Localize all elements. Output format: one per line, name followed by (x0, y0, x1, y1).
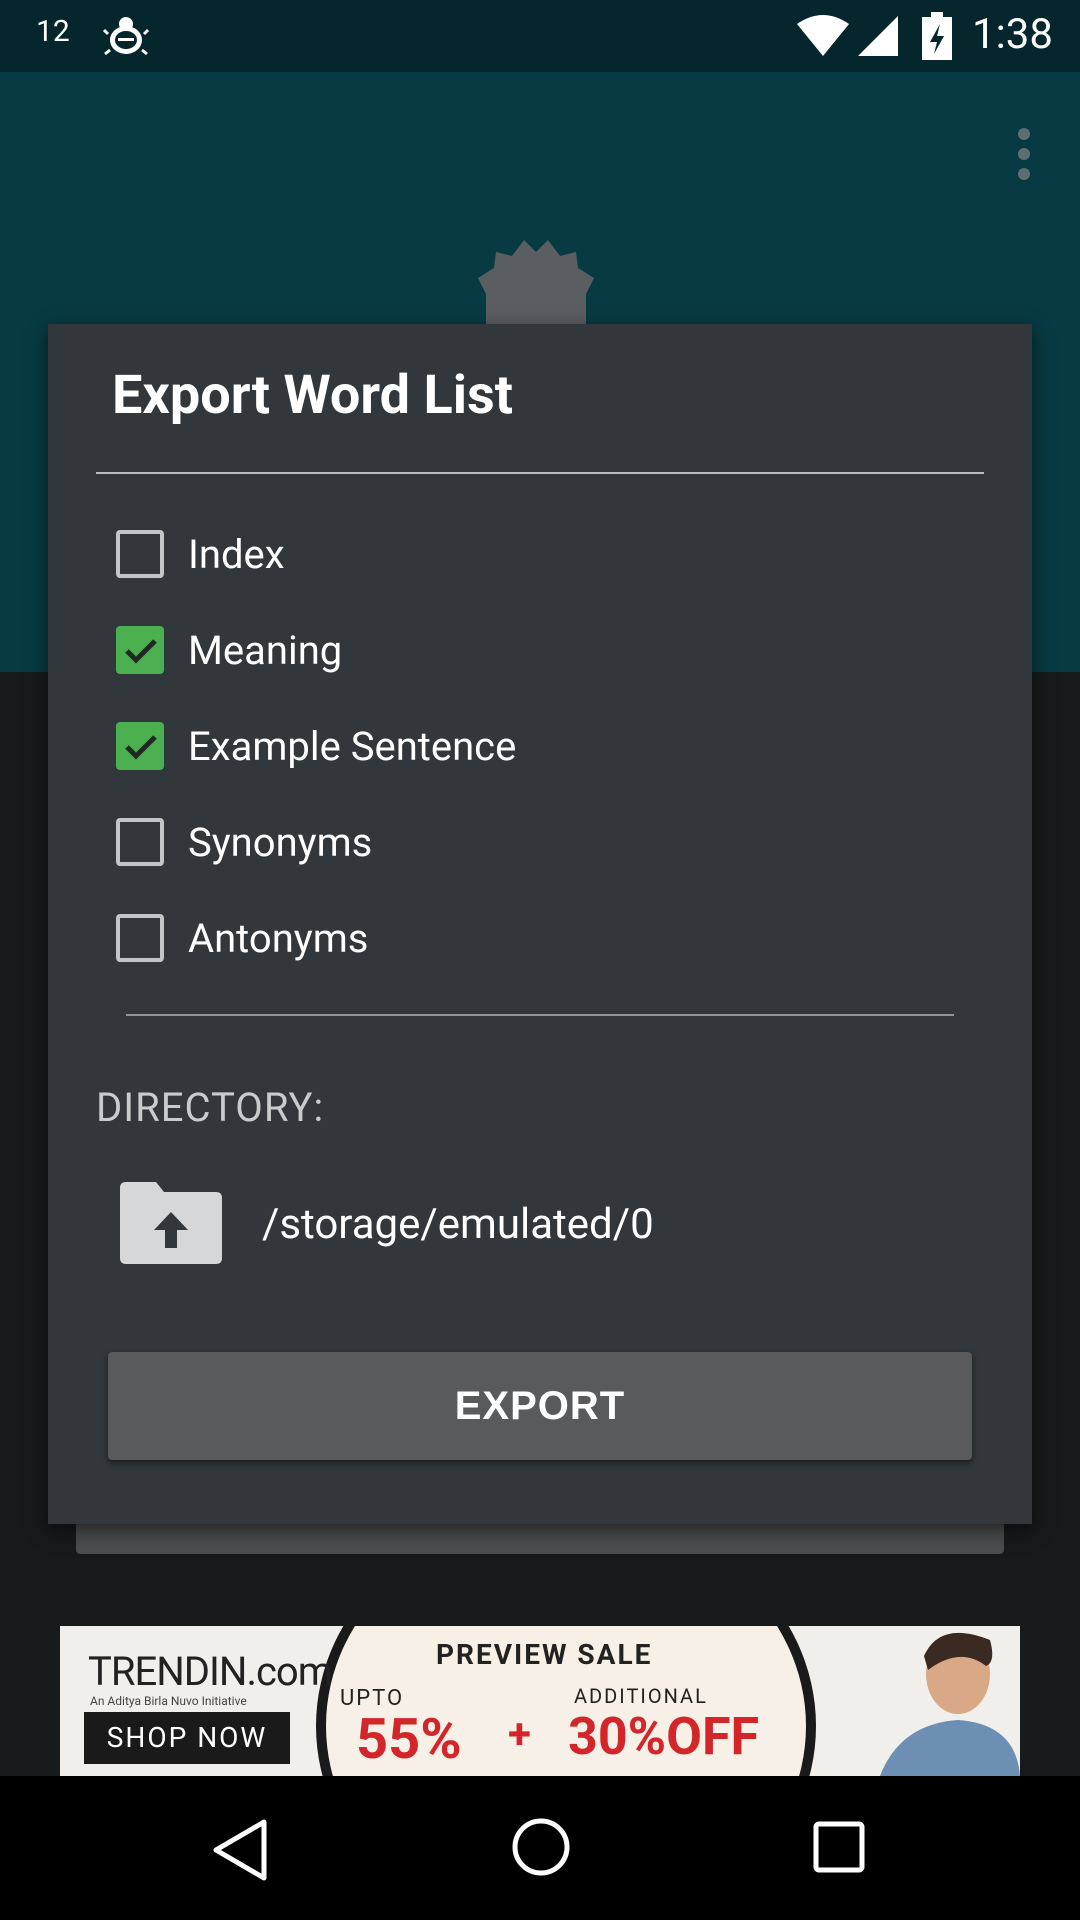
battery-charging-icon (922, 12, 952, 60)
directory-path[interactable]: /storage/emulated/0 (262, 1200, 654, 1249)
ad-logo: TRENDIN.com (88, 1648, 333, 1695)
index-checkbox[interactable] (116, 530, 164, 578)
notification-count: 12 (36, 14, 70, 49)
navigation-bar (0, 1776, 1080, 1920)
ad-discount-primary: 55% (356, 1706, 462, 1772)
export-button[interactable]: EXPORT (108, 1352, 972, 1460)
overflow-menu-icon[interactable] (1016, 128, 1032, 182)
checkmark-icon (125, 639, 157, 664)
bug-icon (102, 17, 150, 56)
directory-label: DIRECTORY: (96, 1084, 325, 1131)
option-synonyms[interactable]: Synonyms (116, 812, 936, 872)
synonyms-checkbox[interactable] (116, 818, 164, 866)
option-label: Synonyms (188, 818, 373, 866)
option-label: Meaning (188, 626, 343, 674)
signal-icon (858, 16, 898, 56)
option-example-sentence[interactable]: Example Sentence (116, 716, 936, 776)
option-label: Example Sentence (188, 722, 517, 770)
wifi-icon (797, 15, 849, 56)
status-bar: 12 1:38 (0, 0, 1080, 72)
ad-headline: PREVIEW SALE (436, 1638, 653, 1671)
option-meaning[interactable]: Meaning (116, 620, 936, 680)
antonyms-checkbox[interactable] (116, 914, 164, 962)
example-sentence-checkbox[interactable] (116, 722, 164, 770)
checkmark-icon (125, 735, 157, 760)
ad-shop-now-button[interactable]: SHOP NOW (84, 1712, 290, 1764)
meaning-checkbox[interactable] (116, 626, 164, 674)
ad-plus: + (508, 1710, 531, 1759)
ad-banner[interactable]: TRENDIN.com An Aditya Birla Nuvo Initiat… (60, 1626, 1020, 1776)
option-label: Index (188, 530, 285, 578)
ad-model-image (840, 1626, 1020, 1776)
options-divider (126, 1014, 954, 1016)
export-dialog: Export Word List Index Meaning Example S… (48, 324, 1032, 1524)
ad-tagline: An Aditya Birla Nuvo Initiative (90, 1694, 247, 1708)
title-divider (96, 472, 984, 474)
clock: 1:38 (972, 10, 1053, 59)
logo-icon (478, 240, 594, 324)
option-label: Antonyms (188, 914, 369, 962)
back-icon[interactable] (210, 1816, 272, 1884)
option-antonyms[interactable]: Antonyms (116, 908, 936, 968)
dialog-title: Export Word List (112, 364, 514, 427)
recent-apps-icon[interactable] (812, 1820, 866, 1874)
ad-additional: ADDITIONAL (574, 1684, 708, 1708)
option-index[interactable]: Index (116, 524, 936, 584)
home-icon[interactable] (510, 1816, 572, 1878)
folder-upload-icon[interactable] (120, 1182, 222, 1264)
ad-discount-secondary: 30%OFF (568, 1706, 760, 1767)
